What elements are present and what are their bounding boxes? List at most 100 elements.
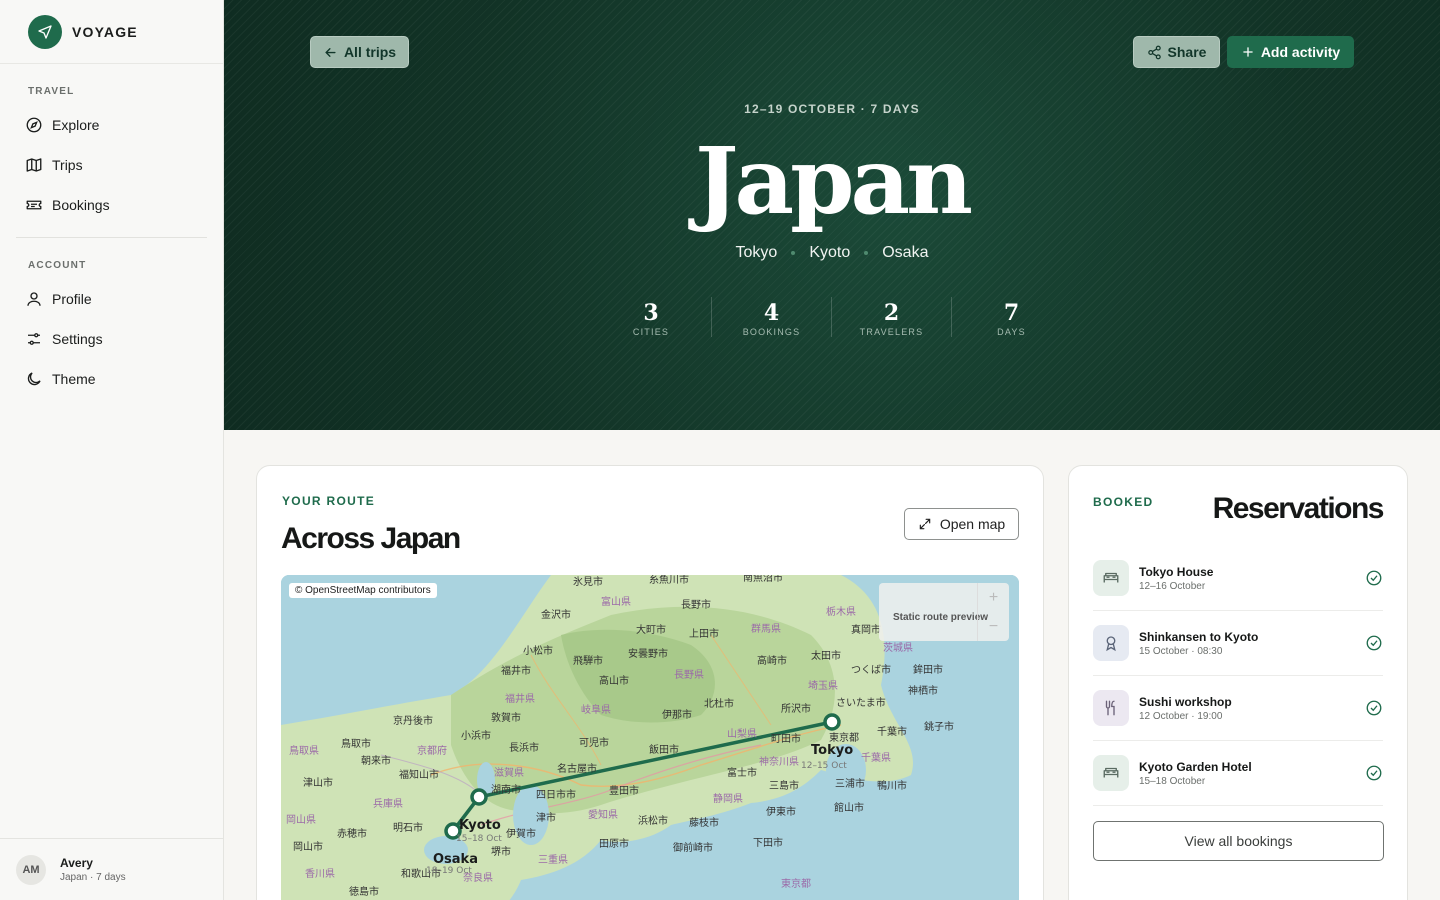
svg-text:伊賀市: 伊賀市 [506,827,536,840]
ticket-icon [26,200,42,210]
svg-text:京丹後市: 京丹後市 [393,714,433,727]
svg-text:東京都: 東京都 [781,877,811,890]
utensils-icon [1093,690,1129,726]
reservation-item[interactable]: Tokyo House 12–16 October [1093,546,1383,611]
svg-text:さいたま市: さいたま市 [836,696,886,709]
svg-text:群馬県: 群馬県 [751,622,781,635]
check-circle-icon [1366,700,1382,716]
reservations-title: Reservations [1212,492,1385,525]
svg-text:津山市: 津山市 [303,776,333,789]
svg-text:兵庫県: 兵庫県 [373,797,403,810]
stat-bookings: 4 BOOKINGS [711,297,831,337]
navigation-arrow-icon [28,14,62,49]
sidebar-item-bookings[interactable]: Bookings [16,185,207,225]
moon-icon [27,372,41,386]
all-trips-button[interactable]: All trips [310,36,409,68]
svg-text:可児市: 可児市 [579,736,609,749]
reservation-name: Sushi workshop [1139,694,1232,709]
view-all-bookings-button[interactable]: View all bookings [1093,821,1384,861]
map-attribution[interactable]: © OpenStreetMap contributors [289,583,437,598]
svg-text:安曇野市: 安曇野市 [628,647,668,660]
map-zoom-control[interactable]: + − [977,583,1009,641]
svg-text:富士市: 富士市 [727,766,757,779]
svg-text:田原市: 田原市 [599,837,629,850]
sidebar-item-label: Explore [52,117,100,133]
svg-text:南魚沼市: 南魚沼市 [743,575,783,584]
nav-section-title: ACCOUNT [28,260,87,271]
reservation-item[interactable]: Sushi workshop 12 October · 19:00 [1093,676,1383,741]
svg-text:堺市: 堺市 [491,845,511,858]
nav-section-account: ACCOUNT Profile Settings Theme [0,238,223,399]
svg-text:鉾田市: 鉾田市 [913,663,943,676]
nav-section-title: TRAVEL [28,86,75,97]
sidebar-item-trips[interactable]: Trips [16,145,207,185]
svg-text:金沢市: 金沢市 [541,608,571,621]
sidebar-item-theme[interactable]: Theme [16,359,207,399]
sidebar-item-settings[interactable]: Settings [16,319,207,359]
svg-text:三重県: 三重県 [538,853,568,866]
sidebar-item-explore[interactable]: Explore [16,105,207,145]
svg-text:福知山市: 福知山市 [399,768,439,781]
svg-text:長浜市: 長浜市 [509,741,539,754]
svg-text:津市: 津市 [536,811,556,824]
svg-text:名古屋市: 名古屋市 [557,762,597,775]
svg-text:大町市: 大町市 [636,623,666,636]
trip-stats: 3 CITIES 4 BOOKINGS 2 TRAVELERS 7 DAYS [591,297,1071,337]
reservation-date: 15–18 October [1139,775,1206,787]
svg-text:三島市: 三島市 [769,779,799,792]
zoom-out-button[interactable]: − [989,618,998,636]
bed-icon [1093,560,1129,596]
separator-dot [864,251,869,255]
reservation-name: Kyoto Garden Hotel [1139,759,1252,774]
add-activity-button[interactable]: Add activity [1227,36,1354,68]
route-eyebrow: YOUR ROUTE [282,494,376,508]
route-card: YOUR ROUTE Across Japan Open map 氷見市 糸魚川… [256,465,1044,900]
svg-text:下田市: 下田市 [753,836,783,849]
share-button[interactable]: Share [1133,36,1220,68]
svg-text:糸魚川市: 糸魚川市 [649,575,689,586]
separator-dot [791,251,796,255]
svg-text:鳥取市: 鳥取市 [341,737,371,750]
svg-text:真岡市: 真岡市 [851,623,881,636]
compass-icon [26,117,42,133]
brand-name: VOYAGE [72,23,138,40]
sidebar-item-profile[interactable]: Profile [16,279,207,319]
check-circle-icon [1366,570,1382,586]
svg-text:千葉県: 千葉県 [861,751,891,764]
svg-text:銚子市: 銚子市 [924,720,954,733]
open-map-button[interactable]: Open map [904,508,1019,540]
svg-text:上田市: 上田市 [689,627,719,640]
reservation-item[interactable]: Shinkansen to Kyoto 15 October · 08:30 [1093,611,1383,676]
user-subtitle: Japan · 7 days [60,872,126,883]
ticket-badge-icon [1093,625,1129,661]
route-title: Across Japan [281,522,461,555]
svg-text:太田市: 太田市 [811,649,841,662]
svg-text:つくば市: つくば市 [851,663,891,676]
svg-text:静岡県: 静岡県 [713,792,743,805]
zoom-in-button[interactable]: + [989,589,998,607]
user-card[interactable]: AM Avery Japan · 7 days [0,838,223,900]
user-icon [27,292,41,306]
svg-text:氷見市: 氷見市 [573,575,603,588]
svg-text:所沢市: 所沢市 [781,702,811,715]
trip-cities: Tokyo Kyoto Osaka [224,244,1440,262]
map-date-kyoto: 15–18 Oct [456,834,502,844]
svg-text:岐阜県: 岐阜県 [581,703,611,716]
stat-days: 7 DAYS [951,297,1071,337]
sidebar-item-label: Bookings [52,197,110,213]
reservation-date: 12–16 October [1139,580,1206,592]
reservation-item[interactable]: Kyoto Garden Hotel 15–18 October [1093,741,1383,806]
stat-value: 4 [763,300,780,326]
svg-text:赤穂市: 赤穂市 [337,827,367,840]
svg-text:福井県: 福井県 [505,692,535,705]
svg-text:山梨県: 山梨県 [727,727,757,740]
svg-text:小松市: 小松市 [523,644,553,657]
brand[interactable]: VOYAGE [0,0,223,64]
route-map[interactable]: 氷見市 糸魚川市 南魚沼市 金沢市 富山県 長野市 栃木県 大町市 上田市 群馬… [281,575,1019,900]
svg-text:愛知県: 愛知県 [588,808,618,821]
check-circle-icon [1366,635,1382,651]
map-preview-label: Static route preview [893,612,989,623]
map-label-kyoto: Kyoto [459,818,501,833]
map-date-tokyo: 12–15 Oct [801,761,847,771]
reservations-eyebrow: BOOKED [1093,495,1154,509]
